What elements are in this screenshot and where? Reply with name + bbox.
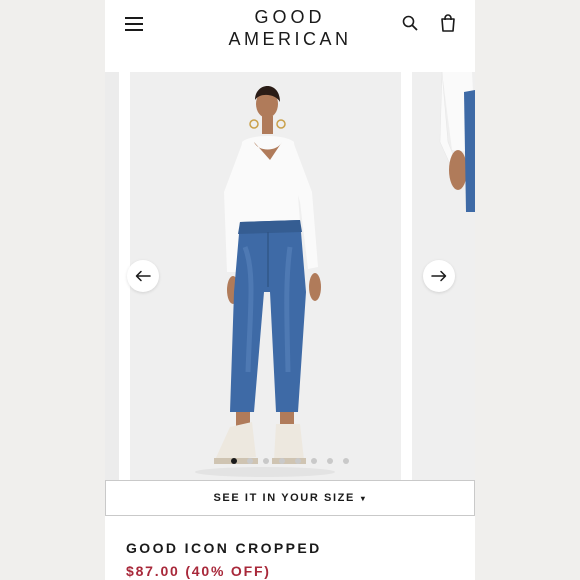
product-page: GOOD AMERICAN SEE IT IN YOUR SIZE ▾ GOOD… <box>105 0 475 580</box>
arrow-right-icon <box>431 270 447 282</box>
shopping-bag-icon[interactable] <box>440 14 456 32</box>
carousel-dot[interactable] <box>311 458 317 464</box>
caret-down-icon: ▾ <box>360 493 367 503</box>
arrow-left-icon <box>135 270 151 282</box>
carousel-dot[interactable] <box>295 458 301 464</box>
search-icon[interactable] <box>402 15 418 31</box>
product-title: GOOD ICON CROPPED <box>126 540 322 556</box>
carousel-dot[interactable] <box>263 458 269 464</box>
brand-line-1: GOOD <box>254 7 326 27</box>
product-image-carousel[interactable] <box>105 72 475 480</box>
site-header: GOOD AMERICAN <box>105 0 475 72</box>
discount-label: (40% OFF) <box>185 563 271 579</box>
see-it-in-your-size-button[interactable]: SEE IT IN YOUR SIZE ▾ <box>105 480 475 516</box>
carousel-dot[interactable] <box>327 458 333 464</box>
carousel-dot[interactable] <box>247 458 253 464</box>
brand-line-2: AMERICAN <box>228 29 352 49</box>
size-button-label: SEE IT IN YOUR SIZE <box>213 492 355 504</box>
carousel-dots <box>231 458 349 466</box>
price-row: $87.00 (40% OFF) <box>126 563 271 579</box>
hamburger-menu-icon[interactable] <box>125 16 143 32</box>
product-price: $87.00 <box>126 563 180 579</box>
previous-slide-image[interactable] <box>105 72 119 480</box>
product-image[interactable] <box>130 72 401 480</box>
carousel-dot[interactable] <box>231 458 237 464</box>
carousel-dot[interactable] <box>279 458 285 464</box>
brand-logo[interactable]: GOOD AMERICAN <box>200 6 380 50</box>
carousel-next-button[interactable] <box>423 260 455 292</box>
carousel-prev-button[interactable] <box>127 260 159 292</box>
carousel-dot[interactable] <box>343 458 349 464</box>
